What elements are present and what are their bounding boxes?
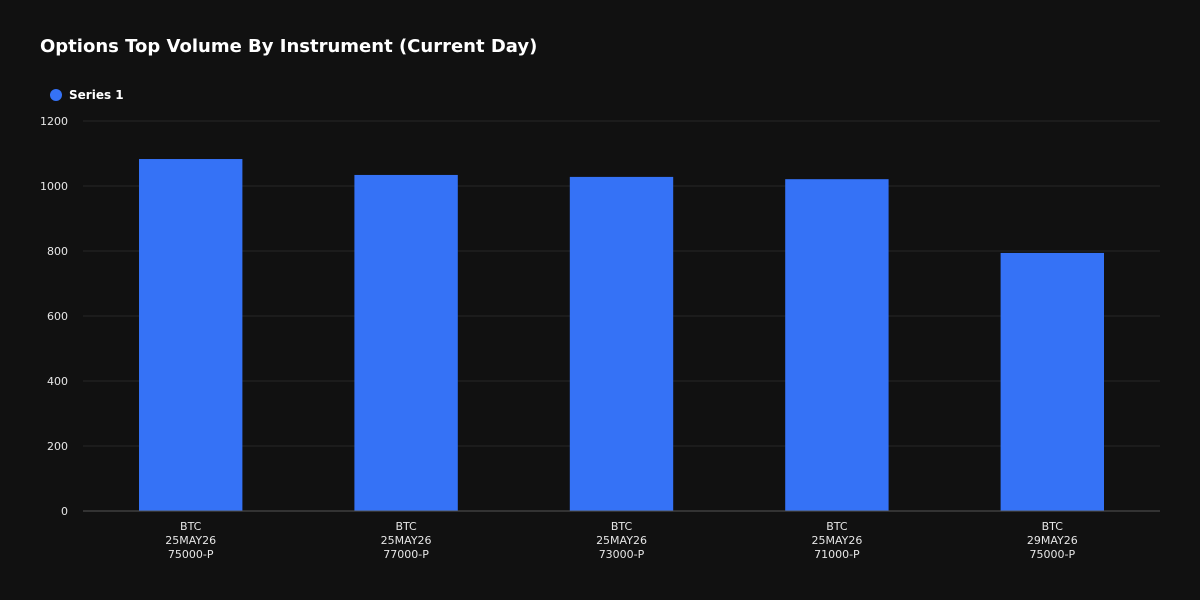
x-category-label-5: BTC 29MAY26 75000-P: [1027, 520, 1078, 561]
y-tick-label-0: 0: [61, 505, 68, 518]
y-tick-label-400: 400: [47, 375, 68, 388]
x-category-label-line: 75000-P: [168, 548, 214, 561]
x-axis-category-labels: BTC 25MAY26 75000-PBTC 25MAY26 77000-PBTC 25M…: [165, 520, 1077, 561]
x-category-label-line: 29MAY26: [1027, 534, 1078, 547]
x-category-label-line: 25MAY26: [381, 534, 432, 547]
bar-5[interactable]: [1000, 252, 1104, 511]
x-category-label-line: BTC: [826, 520, 848, 533]
bar-2[interactable]: [354, 174, 458, 511]
y-tick-label-600: 600: [47, 310, 68, 323]
x-category-label-line: 25MAY26: [811, 534, 862, 547]
x-category-label-1: BTC 25MAY26 75000-P: [165, 520, 216, 561]
x-category-label-line: BTC: [1042, 520, 1064, 533]
bar-chart: 020040060080010001200 BTC 25MAY26 75000-PB…: [40, 115, 1160, 561]
bar-3[interactable]: [569, 176, 674, 511]
x-category-label-line: 75000-P: [1029, 548, 1075, 561]
x-category-label-line: 25MAY26: [596, 534, 647, 547]
x-category-label-line: 25MAY26: [165, 534, 216, 547]
bars: [139, 159, 1104, 512]
y-tick-label-1000: 1000: [40, 180, 68, 193]
x-category-label-line: BTC: [180, 520, 202, 533]
y-tick-label-800: 800: [47, 245, 68, 258]
x-category-label-2: BTC 25MAY26 77000-P: [381, 520, 432, 561]
x-category-label-line: BTC: [395, 520, 417, 533]
x-category-label-line: 77000-P: [383, 548, 429, 561]
y-tick-label-1200: 1200: [40, 115, 68, 128]
y-axis-tick-labels: 0 200 400 600 800 1000 1200: [40, 115, 68, 518]
x-category-label-line: 73000-P: [599, 548, 645, 561]
x-category-label-line: 71000-P: [814, 548, 860, 561]
x-category-label-line: BTC: [611, 520, 633, 533]
y-tick-label-200: 200: [47, 440, 68, 453]
x-category-label-4: BTC 25MAY26 71000-P: [811, 520, 862, 561]
bar-4[interactable]: [785, 179, 889, 512]
x-category-label-3: BTC 25MAY26 73000-P: [596, 520, 647, 561]
bar-1[interactable]: [139, 159, 243, 511]
